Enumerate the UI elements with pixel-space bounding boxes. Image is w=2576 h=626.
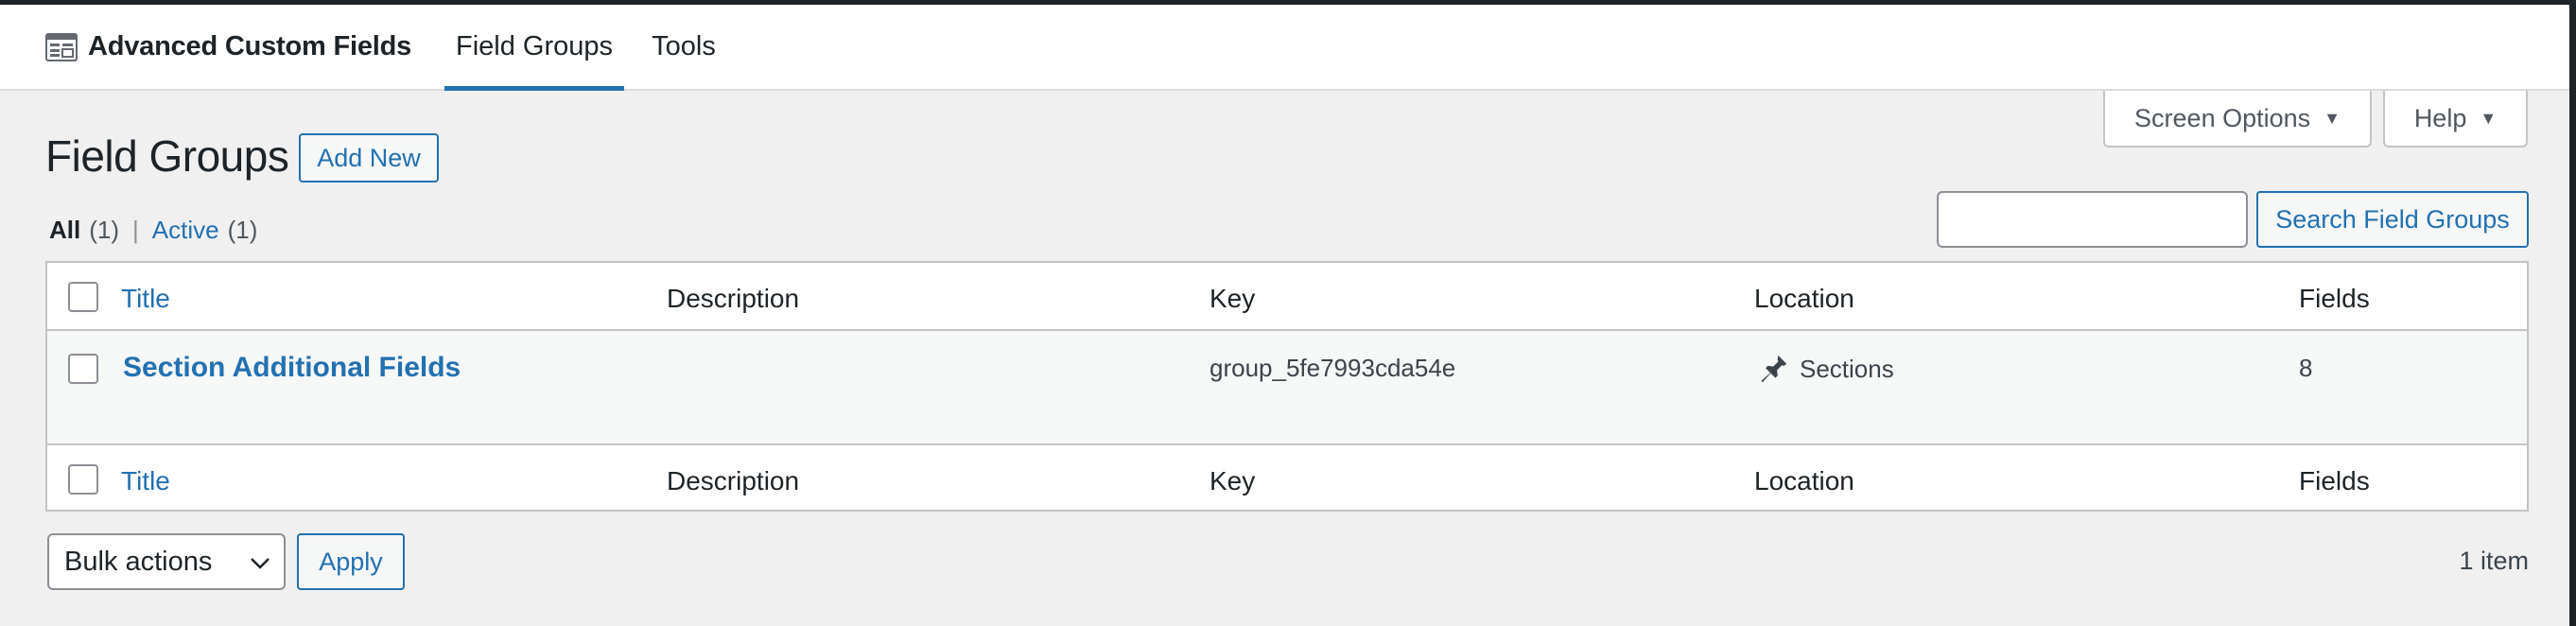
add-new-button[interactable]: Add New: [299, 133, 439, 183]
column-location: Location: [1754, 284, 1854, 313]
bulk-actions-select[interactable]: Bulk actions: [47, 533, 286, 590]
row-location: Sections: [1756, 352, 1894, 386]
help-label: Help: [2413, 103, 2467, 132]
item-count: 1 item: [2459, 547, 2529, 575]
filter-separator: |: [132, 216, 139, 244]
brand-title: Advanced Custom Fields: [88, 31, 412, 61]
filter-active-count: (1): [227, 216, 258, 244]
select-all-checkbox[interactable]: [68, 282, 98, 312]
column-key-footer: Key: [1210, 466, 1256, 496]
bulk-actions-value: Bulk actions: [64, 546, 213, 577]
column-location-footer: Location: [1754, 466, 1854, 496]
column-key: Key: [1210, 284, 1256, 313]
search-field-groups-button[interactable]: Search Field Groups: [2256, 191, 2529, 248]
screen-options-button[interactable]: Screen Options ▼: [2103, 91, 2372, 148]
row-title-link[interactable]: Section Additional Fields: [123, 352, 461, 384]
row-checkbox[interactable]: [68, 354, 98, 384]
row-fields-count: 8: [2299, 354, 2313, 382]
search-input[interactable]: [1937, 191, 2248, 248]
tab-field-groups[interactable]: Field Groups: [444, 5, 624, 91]
table-row: Section Additional Fields group_5fe7993c…: [47, 331, 2527, 443]
filter-active[interactable]: Active: [152, 216, 219, 245]
acf-admin-header: Advanced Custom Fields Field Groups Tool…: [0, 5, 2569, 91]
status-filters: All (1) | Active (1): [49, 216, 257, 245]
select-all-checkbox-footer[interactable]: [68, 464, 98, 495]
filter-all[interactable]: All: [49, 216, 80, 245]
row-location-label: Sections: [1800, 354, 1894, 383]
screen-options-label: Screen Options: [2134, 103, 2311, 132]
caret-down-icon: ▼: [2324, 108, 2341, 128]
column-description: Description: [667, 284, 800, 313]
field-groups-table: Title Description Key Location Fields Se…: [45, 261, 2529, 512]
table-header: Title Description Key Location Fields: [47, 263, 2527, 331]
column-fields-footer: Fields: [2299, 466, 2370, 496]
tab-tools[interactable]: Tools: [637, 5, 730, 89]
column-description-footer: Description: [667, 466, 800, 496]
brand: Advanced Custom Fields: [0, 5, 429, 89]
pin-icon: [1761, 355, 1787, 383]
page-title: Field Groups: [45, 131, 289, 181]
column-title-footer[interactable]: Title: [121, 466, 170, 496]
table-footer: Title Description Key Location Fields: [47, 443, 2527, 512]
acf-logo-icon: [45, 32, 78, 61]
apply-button[interactable]: Apply: [297, 533, 405, 590]
caret-down-icon: ▼: [2480, 108, 2498, 128]
window-right-border: [2569, 0, 2576, 626]
filter-all-count: (1): [89, 216, 120, 244]
row-key: group_5fe7993cda54e: [1210, 354, 1456, 382]
column-title[interactable]: Title: [121, 284, 170, 314]
chevron-down-icon: [251, 558, 270, 569]
help-button[interactable]: Help ▼: [2383, 91, 2528, 148]
column-fields: Fields: [2299, 284, 2370, 313]
